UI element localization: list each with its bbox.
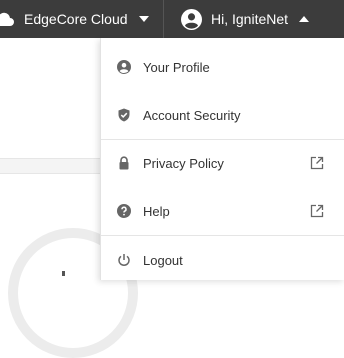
menu-item-privacy-policy[interactable]: Privacy Policy bbox=[101, 139, 344, 187]
background-band bbox=[0, 158, 110, 174]
menu-item-your-profile[interactable]: Your Profile bbox=[101, 43, 344, 91]
topbar-divider bbox=[163, 0, 164, 38]
external-link-icon bbox=[310, 204, 324, 218]
menu-item-help[interactable]: Help bbox=[101, 187, 344, 235]
menu-item-label: Logout bbox=[143, 252, 183, 268]
chevron-up-icon bbox=[299, 16, 310, 22]
menu-item-label: Privacy Policy bbox=[143, 155, 224, 171]
chevron-down-icon bbox=[138, 16, 149, 22]
menu-item-logout[interactable]: Logout bbox=[101, 236, 344, 284]
user-menu-toggle[interactable]: Hi, IgniteNet bbox=[181, 0, 310, 38]
top-bar: EdgeCore Cloud Hi, IgniteNet bbox=[0, 0, 344, 38]
user-greeting: Hi, IgniteNet bbox=[211, 11, 289, 27]
cloud-label: EdgeCore Cloud bbox=[24, 11, 128, 27]
question-circle-icon bbox=[117, 204, 131, 218]
menu-item-label: Your Profile bbox=[143, 59, 210, 75]
menu-item-account-security[interactable]: Account Security bbox=[101, 91, 344, 139]
menu-item-label: Account Security bbox=[143, 107, 241, 123]
power-icon bbox=[117, 253, 131, 267]
user-dropdown-menu: Your Profile Account Security Privacy Po… bbox=[100, 38, 344, 280]
lock-icon bbox=[117, 156, 131, 170]
user-circle-icon bbox=[181, 8, 202, 30]
gauge-marker bbox=[62, 271, 65, 276]
menu-item-label: Help bbox=[143, 203, 170, 219]
external-link-icon bbox=[310, 156, 324, 170]
shield-check-icon bbox=[117, 108, 131, 122]
cloud-icon bbox=[0, 11, 14, 27]
cloud-selector[interactable]: EdgeCore Cloud bbox=[0, 0, 149, 38]
user-circle-icon bbox=[117, 60, 131, 74]
